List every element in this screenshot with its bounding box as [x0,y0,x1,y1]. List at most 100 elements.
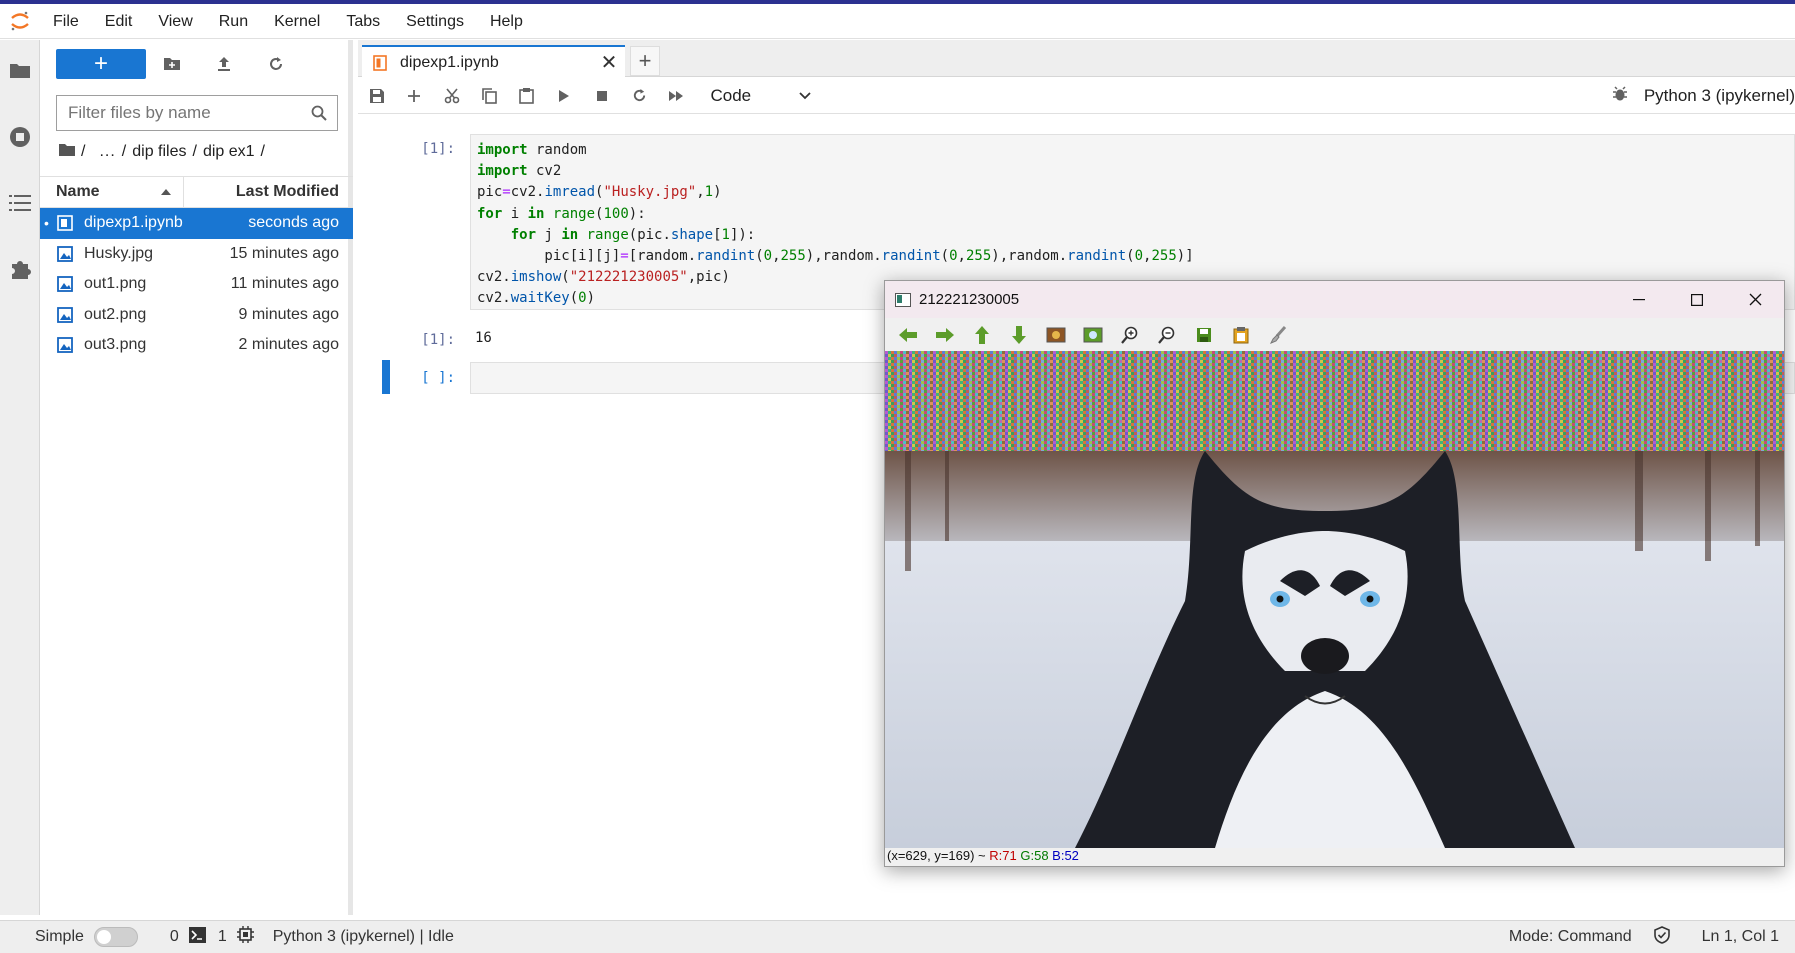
file-row-out3[interactable]: out3.png 2 minutes ago [40,330,353,361]
save-icon[interactable] [358,81,396,111]
image-file-icon [57,276,75,293]
restart-run-all-icon[interactable] [658,81,696,111]
blue-value: B:52 [1052,848,1079,863]
new-launcher-button[interactable]: + [56,49,146,79]
file-name: out3.png [84,336,147,354]
green-value: G:58 [1020,848,1049,863]
restart-icon[interactable] [621,81,659,111]
new-tab-button[interactable]: + [630,46,660,76]
table-of-contents-icon[interactable] [4,187,36,219]
kernel-count: 1 [217,928,227,945]
file-row-out2[interactable]: out2.png 9 minutes ago [40,300,353,331]
menu-kernel[interactable]: Kernel [261,4,333,39]
red-value: R:71 [989,848,1017,863]
search-icon [301,105,337,121]
notebook-icon [373,54,389,71]
new-folder-icon[interactable] [146,49,198,79]
window-title-bar[interactable]: 212221230005 [885,281,1784,318]
save-image-icon[interactable] [1185,320,1222,350]
pan-up-arrow-icon[interactable] [963,320,1000,350]
name-column-header[interactable]: Name [40,177,184,207]
debugger-bug-icon[interactable] [1612,85,1628,107]
image-file-icon [57,337,75,354]
file-row-out1[interactable]: out1.png 11 minutes ago [40,269,353,300]
file-modified: 11 minutes ago [230,275,339,293]
empty-cell-prompt: [ ]: [421,370,455,386]
kernel-status[interactable]: Python 3 (ipykernel) | Idle [273,928,454,946]
cursor-position: Ln 1, Col 1 [1701,928,1779,945]
minimize-icon[interactable] [1610,281,1668,318]
menu-tabs[interactable]: Tabs [333,4,393,39]
menu-settings[interactable]: Settings [393,4,477,39]
menu-help[interactable]: Help [477,4,536,39]
refresh-icon[interactable] [250,49,302,79]
pan-down-arrow-icon[interactable] [1000,320,1037,350]
running-sessions-icon[interactable] [4,121,36,153]
maximize-icon[interactable] [1668,281,1726,318]
stop-icon[interactable] [583,81,621,111]
tab-title: dipexp1.ipynb [400,53,499,71]
jupyter-logo-icon [0,4,40,39]
file-row-husky[interactable]: Husky.jpg 15 minutes ago [40,239,353,270]
cell-type-select[interactable]: Code [711,86,811,106]
image-file-icon [57,306,75,323]
file-modified: 2 minutes ago [238,336,339,354]
properties-brush-icon[interactable] [1259,320,1296,350]
app-window-icon [895,292,911,307]
tab-bar: dipexp1.ipynb ✕ + [358,40,1795,78]
breadcrumb-dip-files[interactable]: dip files [132,143,186,161]
menu-edit[interactable]: Edit [92,4,146,39]
copy-to-clipboard-icon[interactable] [1222,320,1259,350]
file-row-dipexp1[interactable]: • dipexp1.ipynb seconds ago [40,208,353,239]
zoom-in-icon[interactable] [1111,320,1148,350]
home-folder-icon[interactable] [59,143,75,161]
zoom-out-icon[interactable] [1148,320,1185,350]
zoom-fit-icon[interactable] [1074,320,1111,350]
file-name: out2.png [84,305,147,323]
file-list-header: Name Last Modified [40,176,353,208]
simple-mode-toggle[interactable] [93,927,138,947]
sort-ascending-icon [161,189,171,195]
activity-bar [0,40,40,915]
displayed-image[interactable] [885,351,1784,848]
copy-icon[interactable] [471,81,509,111]
last-modified-column-header[interactable]: Last Modified [184,183,353,201]
menu-run[interactable]: Run [206,4,261,39]
status-bar: Simple 0 1 Python 3 (ipykernel) | Idle M… [0,920,1795,953]
insert-cell-icon[interactable] [396,81,434,111]
upload-icon[interactable] [198,49,250,79]
tab-dipexp1[interactable]: dipexp1.ipynb ✕ [362,45,625,78]
close-icon[interactable] [1726,281,1784,318]
mode-indicator: Mode: Command [1508,928,1632,945]
folder-icon[interactable] [4,54,36,86]
pan-right-arrow-icon[interactable] [926,320,963,350]
breadcrumb-dip-ex1[interactable]: dip ex1 [203,143,255,161]
cell-type-value: Code [710,85,752,105]
breadcrumb: / ... / dip files / dip ex1 / [59,140,265,164]
paste-icon[interactable] [508,81,546,111]
notebook-toolbar: Code Python 3 (ipykernel) [358,78,1795,114]
run-icon[interactable] [546,81,584,111]
file-name: dipexp1.ipynb [84,214,183,232]
kernel-name-button[interactable]: Python 3 (ipykernel) [1644,86,1795,106]
file-modified: 9 minutes ago [238,305,339,323]
pan-left-arrow-icon[interactable] [889,320,926,350]
pixel-info-status: (x=629, y=169) ~ R:71 G:58 B:52 [887,848,1079,866]
zoom-original-icon[interactable] [1037,320,1074,350]
terminal-icon[interactable] [188,926,206,948]
extension-manager-icon[interactable] [4,253,36,285]
running-dot-icon: • [44,215,49,232]
cursor-coords: (x=629, y=169) ~ [887,848,990,863]
menu-bar: File Edit View Run Kernel Tabs Settings … [0,4,1795,39]
simple-mode-label: Simple [35,928,84,945]
menu-view[interactable]: View [145,4,205,39]
menu-file[interactable]: File [40,4,92,39]
file-filter-input[interactable] [57,97,301,129]
cell-output: 16 [475,330,492,346]
breadcrumb-ellipsis[interactable]: ... [99,143,115,161]
tab-close-icon[interactable]: ✕ [593,50,625,75]
kernel-chip-icon[interactable] [236,926,254,948]
name-column-label: Name [56,183,100,200]
image-toolbar [885,318,1784,351]
cut-icon[interactable] [433,81,471,111]
